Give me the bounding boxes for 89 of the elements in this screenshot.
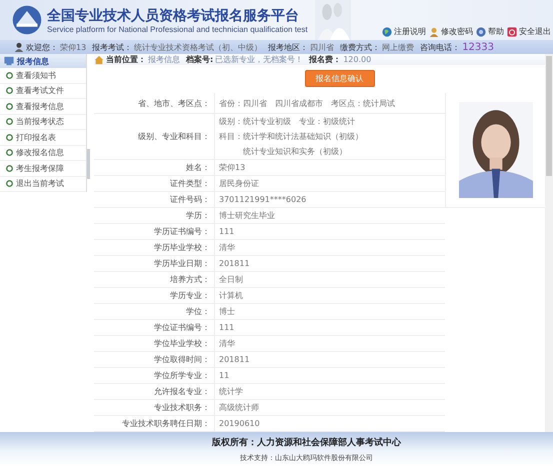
breadcrumb-label: 档案号: — [186, 54, 214, 65]
field-value: 科目：统计学和统计法基础知识（初级） — [219, 131, 364, 142]
field-label: 学历证书编号： — [94, 224, 214, 240]
info-value: 四川省 — [310, 42, 334, 52]
field-value: 居民身份证 — [219, 178, 260, 189]
header-link[interactable]: 注册说明 — [382, 26, 426, 37]
field-label: 学位所学专业： — [94, 368, 214, 384]
field-label: 学位毕业学校： — [94, 336, 214, 352]
sidebar-title: 报考信息 — [17, 56, 49, 66]
breadcrumb-value: 已选新专业，无档案号！ — [215, 54, 304, 65]
exit-icon — [507, 26, 517, 36]
info-label: 缴费方式： — [340, 42, 380, 52]
field-value: 荣仰13 — [219, 162, 246, 173]
field-label: 级别、专业和科目： — [94, 114, 214, 160]
info-value: 12333 — [462, 42, 494, 52]
field-value: 博士 — [219, 306, 236, 317]
field-value: 清华 — [219, 242, 236, 253]
home-icon — [94, 54, 104, 64]
field-label: 学位取得时间： — [94, 352, 214, 368]
bullet-icon — [6, 180, 13, 188]
user-icon — [14, 42, 24, 52]
field-label: 学位： — [94, 304, 214, 320]
field-value: 201811 — [219, 259, 251, 268]
field-label: 专业技术职务： — [94, 400, 214, 416]
field-label: 学历专业： — [94, 288, 214, 304]
field-value: 20190610 — [219, 419, 261, 428]
header-link[interactable]: 修改密码 — [429, 26, 473, 37]
info-value: 网上缴费 — [382, 42, 414, 52]
field-value: 全日制 — [219, 274, 244, 285]
field-label: 证件类型： — [94, 176, 214, 192]
scrollbar[interactable] — [545, 54, 553, 432]
field-label: 学历毕业日期： — [94, 256, 214, 272]
field-label: 培养方式： — [94, 272, 214, 288]
monitor-icon — [4, 56, 14, 66]
info-value: 荣仰13 — [60, 42, 86, 52]
globe-icon — [382, 26, 392, 36]
header-link[interactable]: 安全退出 — [507, 26, 551, 37]
sidebar-item[interactable]: 修改报名信息 — [0, 146, 86, 161]
field-value: 清华 — [219, 338, 236, 349]
field-value: 博士研究生毕业 — [219, 210, 276, 221]
bullet-icon — [6, 149, 13, 156]
sidebar-item[interactable]: 查看须知书 — [0, 68, 86, 84]
field-label: 证件号码： — [94, 192, 214, 208]
site-subtitle: Service platform for National Professional and technician qualification test — [47, 24, 308, 34]
site-title: 全国专业技术人员资格考试报名服务平台 — [47, 6, 300, 24]
header-link[interactable]: 帮助 — [476, 26, 504, 37]
sidebar-item[interactable]: 查看考试文件 — [0, 84, 86, 99]
sidebar-item[interactable]: 打印报名表 — [0, 130, 86, 146]
bullet-icon — [6, 72, 13, 79]
field-value: 省份：四川省 四川省成都市 考区点：统计局试 — [219, 98, 396, 108]
field-label: 允许报名专业： — [94, 384, 214, 400]
breadcrumb-value: 120.00 — [343, 55, 372, 64]
field-value: 级别：统计专业初级 专业：初级统计 — [219, 116, 356, 127]
person-icon — [429, 26, 439, 36]
info-label: 欢迎您： — [26, 42, 58, 52]
sidebar-item[interactable]: 考生报考保障 — [0, 161, 86, 176]
field-label: 学历毕业学校： — [94, 240, 214, 256]
info-value: 统计专业技术资格考试（初、中级） — [134, 42, 262, 52]
breadcrumb-label: 报名费： — [309, 54, 342, 65]
bullet-icon — [6, 102, 13, 110]
field-value: 统计学 — [219, 386, 244, 397]
field-value: 11 — [219, 371, 230, 380]
sidebar-item[interactable]: 退出当前考试 — [0, 176, 86, 192]
field-label: 省、地市、考区点： — [94, 93, 214, 114]
field-value: 111 — [219, 323, 236, 332]
info-label: 报考考试： — [92, 42, 132, 52]
field-value: 高级统计师 — [219, 402, 260, 413]
breadcrumb-label: 当前位置： — [106, 54, 146, 65]
field-value: 201811 — [219, 355, 251, 364]
copyright-text: 版权所有：人力资源和社会保障部人事考试中心 — [210, 436, 401, 448]
scrollbar[interactable] — [87, 149, 90, 179]
info-label: 咨询电话： — [420, 42, 460, 52]
field-value: 111 — [219, 227, 236, 236]
breadcrumb-value: 报考信息 — [148, 54, 180, 65]
sidebar-item[interactable]: 当前报考状态 — [0, 114, 86, 130]
field-label: 学位证书编号： — [94, 320, 214, 336]
bullet-icon — [6, 87, 13, 94]
field-value: 计算机 — [219, 290, 244, 301]
field-label: 姓名： — [94, 160, 214, 176]
field-label: 学历： — [94, 208, 214, 224]
field-value: 3701121991****6026 — [219, 195, 308, 204]
logo-icon — [12, 5, 42, 35]
sidebar-item[interactable]: 查看报考信息 — [0, 99, 86, 114]
info-label: 报考地区： — [268, 42, 308, 52]
help-icon — [476, 26, 486, 36]
bullet-icon — [6, 134, 13, 141]
bullet-icon — [6, 118, 13, 126]
bullet-icon — [6, 164, 13, 172]
field-value: 统计专业知识和实务（初级） — [242, 146, 348, 157]
